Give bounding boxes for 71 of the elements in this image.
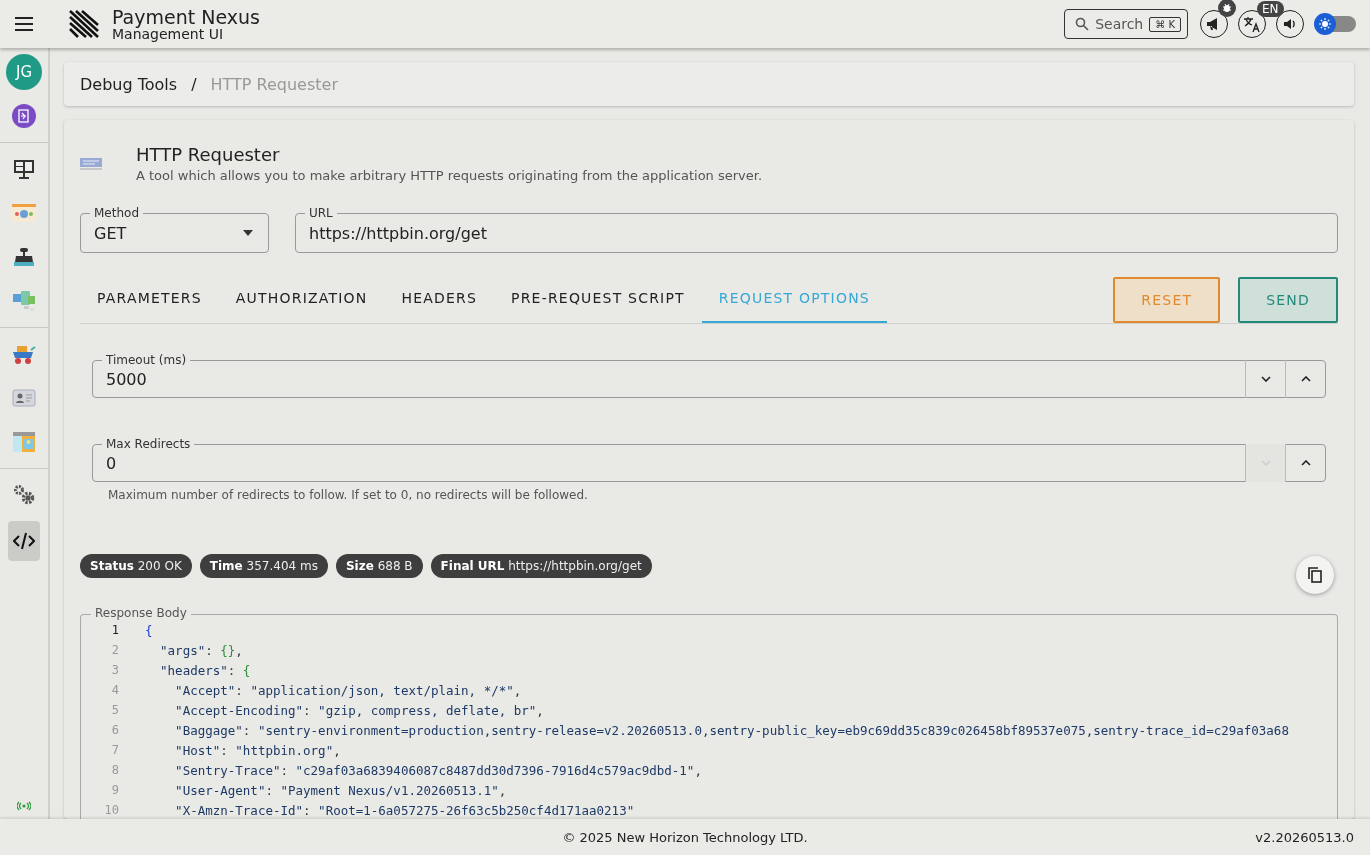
- connection-status-icon: [17, 801, 31, 811]
- code-icon: [13, 532, 35, 550]
- field-hint: Maximum number of redirects to follow. If set to 0, no redirects will be followed.: [107, 488, 589, 502]
- sun-icon: [1319, 18, 1331, 30]
- cards-icon: [12, 290, 36, 312]
- code-line: "Host": "httpbin.org",: [174, 742, 341, 758]
- settings-icon: [12, 484, 36, 506]
- language-badge: EN: [1257, 1, 1284, 17]
- app-title: Payment Nexus: [112, 7, 260, 27]
- code-line: "Accept": "application/json, text/plain, */*",: [174, 682, 522, 698]
- search-placeholder: Search: [1095, 16, 1144, 32]
- info-chip: Status 200 OK: [80, 554, 192, 578]
- tab[interactable]: PRE-REQUEST SCRIPT: [494, 275, 702, 323]
- dropdown-icon: [243, 230, 253, 236]
- copy-icon: [1307, 566, 1323, 584]
- volume-icon: [1283, 17, 1297, 31]
- app-subtitle: Management UI: [112, 26, 225, 41]
- line-number: 9: [110, 783, 119, 797]
- line-number: 5: [110, 703, 119, 717]
- id-card-icon: [12, 389, 36, 407]
- line-number: 8: [110, 763, 119, 777]
- version-text: v2.20260513.0: [1254, 829, 1354, 845]
- line-number: 10: [103, 803, 119, 817]
- tool-description: A tool which allows you to make arbitrary HTTP requests originating from the application server.: [136, 168, 763, 183]
- cart-icon: [11, 343, 37, 365]
- search-icon: [1075, 17, 1090, 31]
- code-line: "User-Agent": "Payment Nexus/v1.20260513.1",: [174, 782, 507, 798]
- code-line: "args": {},: [159, 642, 243, 658]
- profile-page-icon: [12, 431, 36, 453]
- chevron-up-icon: [1300, 460, 1311, 466]
- line-number: 7: [110, 743, 119, 757]
- code-line: "Sentry-Trace": "c29af03a6839406087c8487dd30d7396-7916d4c579ac9dbd-1",: [174, 762, 702, 778]
- shortcut-key: ⌘ K: [1149, 16, 1181, 32]
- code-line: "Baggage": "sentry-environment=production,sentry-release=v2.20260513.0,sentry-public_key=eb9c69dd35c839c026458bf89537e075,sentry-trace_id=c29af03a68: [174, 722, 1289, 738]
- breadcrumb-separator: /: [191, 74, 197, 94]
- breadcrumb-item[interactable]: Debug Tools: [80, 74, 178, 94]
- translate-icon: [1243, 15, 1261, 33]
- chevron-up-icon: [1300, 376, 1311, 382]
- copyright-text: © 2025 New Horizon Technology LTD.: [562, 829, 808, 845]
- line-number: 6: [110, 723, 119, 737]
- dashboard-icon: [11, 203, 37, 223]
- door-icon: [11, 103, 37, 129]
- search-field[interactable]: Search ⌘ K: [1064, 9, 1188, 39]
- line-number: 2: [110, 643, 119, 657]
- info-chip: Size 688 B: [335, 554, 423, 578]
- breadcrumb-item: HTTP Requester: [210, 74, 338, 94]
- url-field[interactable]: URL https://httpbin.org/get: [295, 205, 1338, 253]
- tool-title: HTTP Requester: [136, 144, 281, 165]
- menu-icon: [14, 16, 34, 32]
- info-chip: Final URL https://httpbin.org/get: [430, 554, 652, 578]
- monitor-icon: [13, 159, 35, 179]
- tab[interactable]: PARAMETERS: [80, 275, 219, 323]
- line-number: 4: [110, 683, 119, 697]
- response-label: Response Body: [91, 606, 191, 620]
- code-line: "headers": {: [159, 662, 251, 678]
- logo-icon: [68, 9, 100, 39]
- tab[interactable]: HEADERS: [384, 275, 495, 323]
- code-line: "X-Amzn-Trace-Id": "Root=1-6a057275-26f63c5b250cf4d171aa0213": [174, 802, 635, 818]
- chevron-down-icon: [1260, 376, 1271, 382]
- http-icon: [80, 157, 102, 170]
- cash-register-icon: [13, 247, 35, 267]
- copy-button[interactable]: [1296, 556, 1334, 594]
- nav-item[interactable]: [8, 521, 40, 561]
- method-select[interactable]: Method GET: [80, 205, 269, 253]
- bug-icon: [1218, 0, 1236, 17]
- tab[interactable]: AUTHORIZATION: [218, 275, 385, 323]
- code-line: "Accept-Encoding": "gzip, compress, deflate, br",: [174, 702, 544, 718]
- line-number: 1: [110, 623, 119, 637]
- line-number: 3: [110, 663, 119, 677]
- code-line: {: [145, 622, 153, 638]
- info-chip: Time 357.404 ms: [199, 554, 328, 578]
